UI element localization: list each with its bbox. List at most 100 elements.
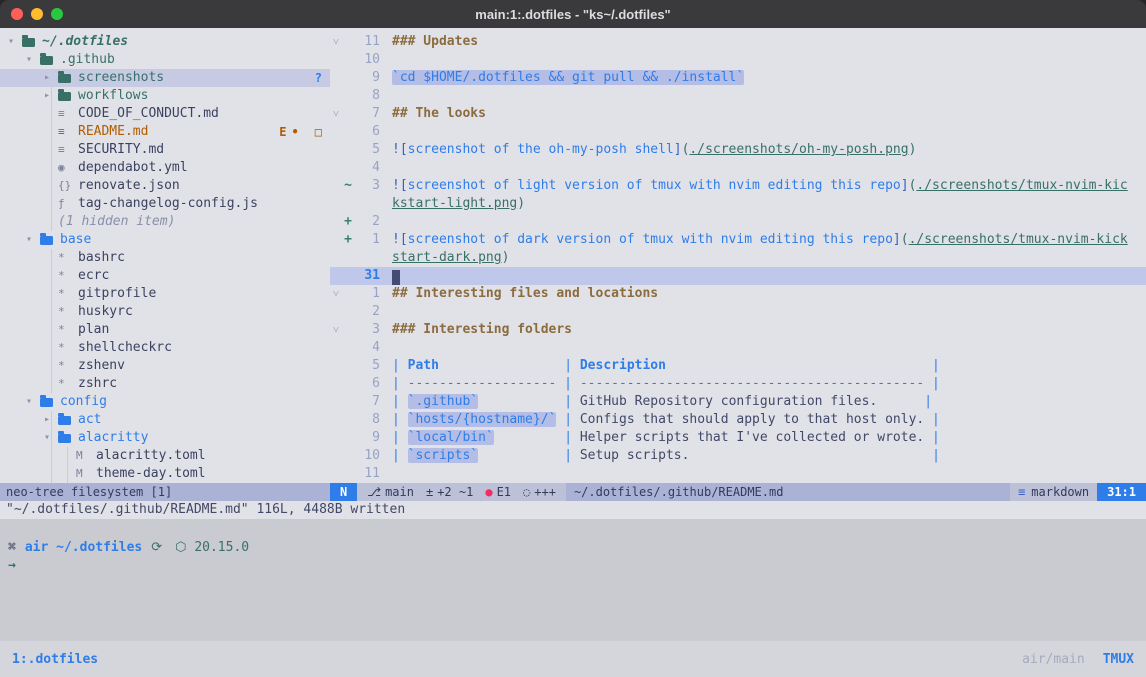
tree-item[interactable]: ≡README.mdE•□ [0,123,330,141]
indent-guide [51,357,52,375]
editor-line[interactable]: 31 [330,267,1146,285]
tree-item-label: dependabot.yml [78,159,188,177]
fold-column [330,429,342,447]
editor-line[interactable]: 4 [330,339,1146,357]
tree-item[interactable]: *plan [0,321,330,339]
text-segment: start-dark.png [392,250,502,265]
expander-icon[interactable]: ▾ [26,231,40,249]
tree-item[interactable]: ≡CODE_OF_CONDUCT.md [0,105,330,123]
git-sign: + [342,213,354,231]
editor-line[interactable]: kstart-light.png) [330,195,1146,213]
tree-item[interactable]: *huskyrc [0,303,330,321]
fold-column [330,465,342,483]
shell-prompt: ⌘ air ~/.dotfiles ⟳ ⬡ 20.15.0 [8,539,1138,557]
tree-item[interactable]: ▸workflows [0,87,330,105]
text-segment: Path [408,358,439,373]
line-number: 8 [354,87,380,105]
tree-item[interactable]: ▸screenshots? [0,69,330,87]
editor-line[interactable]: +2 [330,213,1146,231]
sign-column [342,339,354,357]
shell-pane[interactable]: ⌘ air ~/.dotfiles ⟳ ⬡ 20.15.0 → [0,519,1146,641]
fold-column [330,249,342,267]
editor-line[interactable]: 8 [330,87,1146,105]
tree-item[interactable]: ƒtag-changelog-config.js [0,195,330,213]
editor-line[interactable]: 10 [330,51,1146,69]
editor-line[interactable]: ˅7## The looks [330,105,1146,123]
fold-column [330,195,342,213]
tree-item-label: theme-day.toml [96,465,206,483]
line-number: 6 [354,123,380,141]
tree-item[interactable]: ▾base [0,231,330,249]
expander-icon[interactable]: ▾ [26,51,40,69]
sign-column [342,393,354,411]
expander-icon[interactable]: ▾ [26,393,40,411]
tree-item[interactable]: Malacritty.toml [0,447,330,465]
line-text: ## The looks [392,105,486,123]
fold-column [330,123,342,141]
editor-line[interactable]: start-dark.png) [330,249,1146,267]
tree-item[interactable]: ≡SECURITY.md [0,141,330,159]
line-number: 4 [354,159,380,177]
editor-line[interactable]: 8| `hosts/{hostname}/` | Configs that sh… [330,411,1146,429]
close-button[interactable] [11,8,23,20]
fold-icon[interactable]: ˅ [330,105,342,123]
editor-line[interactable]: 9| `local/bin` | Helper scripts that I'v… [330,429,1146,447]
expander-icon[interactable]: ▾ [8,33,22,51]
fold-icon[interactable]: ˅ [330,285,342,303]
fold-icon[interactable]: ˅ [330,33,342,51]
zoom-button[interactable] [51,8,63,20]
fold-column [330,141,342,159]
tree-item[interactable]: ◉dependabot.yml [0,159,330,177]
editor-line[interactable]: 6| ------------------- | ---------------… [330,375,1146,393]
tree-item[interactable]: *shellcheckrc [0,339,330,357]
line-text: kstart-light.png) [392,195,525,213]
editor-line[interactable]: ˅11### Updates [330,33,1146,51]
editor-line[interactable]: +1![screenshot of dark version of tmux w… [330,231,1146,249]
tree-item[interactable]: {}renovate.json [0,177,330,195]
text-segment: Helper scripts that I've collected or wr… [580,430,924,445]
tree-item[interactable]: ▾~/.dotfiles [0,33,330,51]
tree-item[interactable]: Mtheme-day.toml [0,465,330,483]
fold-icon[interactable]: ˅ [330,321,342,339]
tree-item[interactable]: ▾config [0,393,330,411]
text-segment: ./screenshots/oh-my-posh.png [689,142,908,157]
indent-guide [51,303,52,321]
file-icon: M [76,465,96,483]
line-number: 31 [354,267,380,285]
editor-line[interactable]: 5![screenshot of the oh-my-posh shell](.… [330,141,1146,159]
tmux-window-name[interactable]: 1:.dotfiles [12,652,98,667]
indent-guide [51,177,52,195]
editor-line[interactable]: ~3![screenshot of light version of tmux … [330,177,1146,195]
sign-column [342,141,354,159]
tree-item[interactable]: (1 hidden item) [0,213,330,231]
editor-line[interactable]: 6 [330,123,1146,141]
editor-line[interactable]: 7| `.github` | GitHub Repository configu… [330,393,1146,411]
fold-column [330,51,342,69]
editor-line[interactable]: ˅3### Interesting folders [330,321,1146,339]
tree-item[interactable]: ▾.github [0,51,330,69]
tree-item[interactable]: ▸act [0,411,330,429]
tmux-right-section: air/main TMUX [1022,652,1134,667]
file-icon: ≡ [58,105,78,123]
editor-line[interactable]: ˅1## Interesting files and locations [330,285,1146,303]
tree-item[interactable]: *ecrc [0,267,330,285]
line-number: 9 [354,429,380,447]
file-icon: * [58,321,78,339]
editor-line[interactable]: 2 [330,303,1146,321]
editor-line[interactable]: 9`cd $HOME/.dotfiles && git pull && ./in… [330,69,1146,87]
tree-item[interactable]: *zshrc [0,375,330,393]
fold-column [330,393,342,411]
tree-item[interactable]: *bashrc [0,249,330,267]
editor-line[interactable]: 4 [330,159,1146,177]
fold-column [330,267,342,285]
tree-item[interactable]: ▾alacritty [0,429,330,447]
text-segment: | [877,394,932,409]
minimize-button[interactable] [31,8,43,20]
tree-item[interactable]: *gitprofile [0,285,330,303]
editor-line[interactable]: 10| `scripts` | Setup scripts. | [330,447,1146,465]
tree-item-label: README.md [78,123,148,141]
editor-line[interactable]: 11 [330,465,1146,483]
tree-item[interactable]: *zshenv [0,357,330,375]
editor-line[interactable]: 5| Path | Description | [330,357,1146,375]
editor-buffer[interactable]: ˅11### Updates109`cd $HOME/.dotfiles && … [330,28,1146,483]
